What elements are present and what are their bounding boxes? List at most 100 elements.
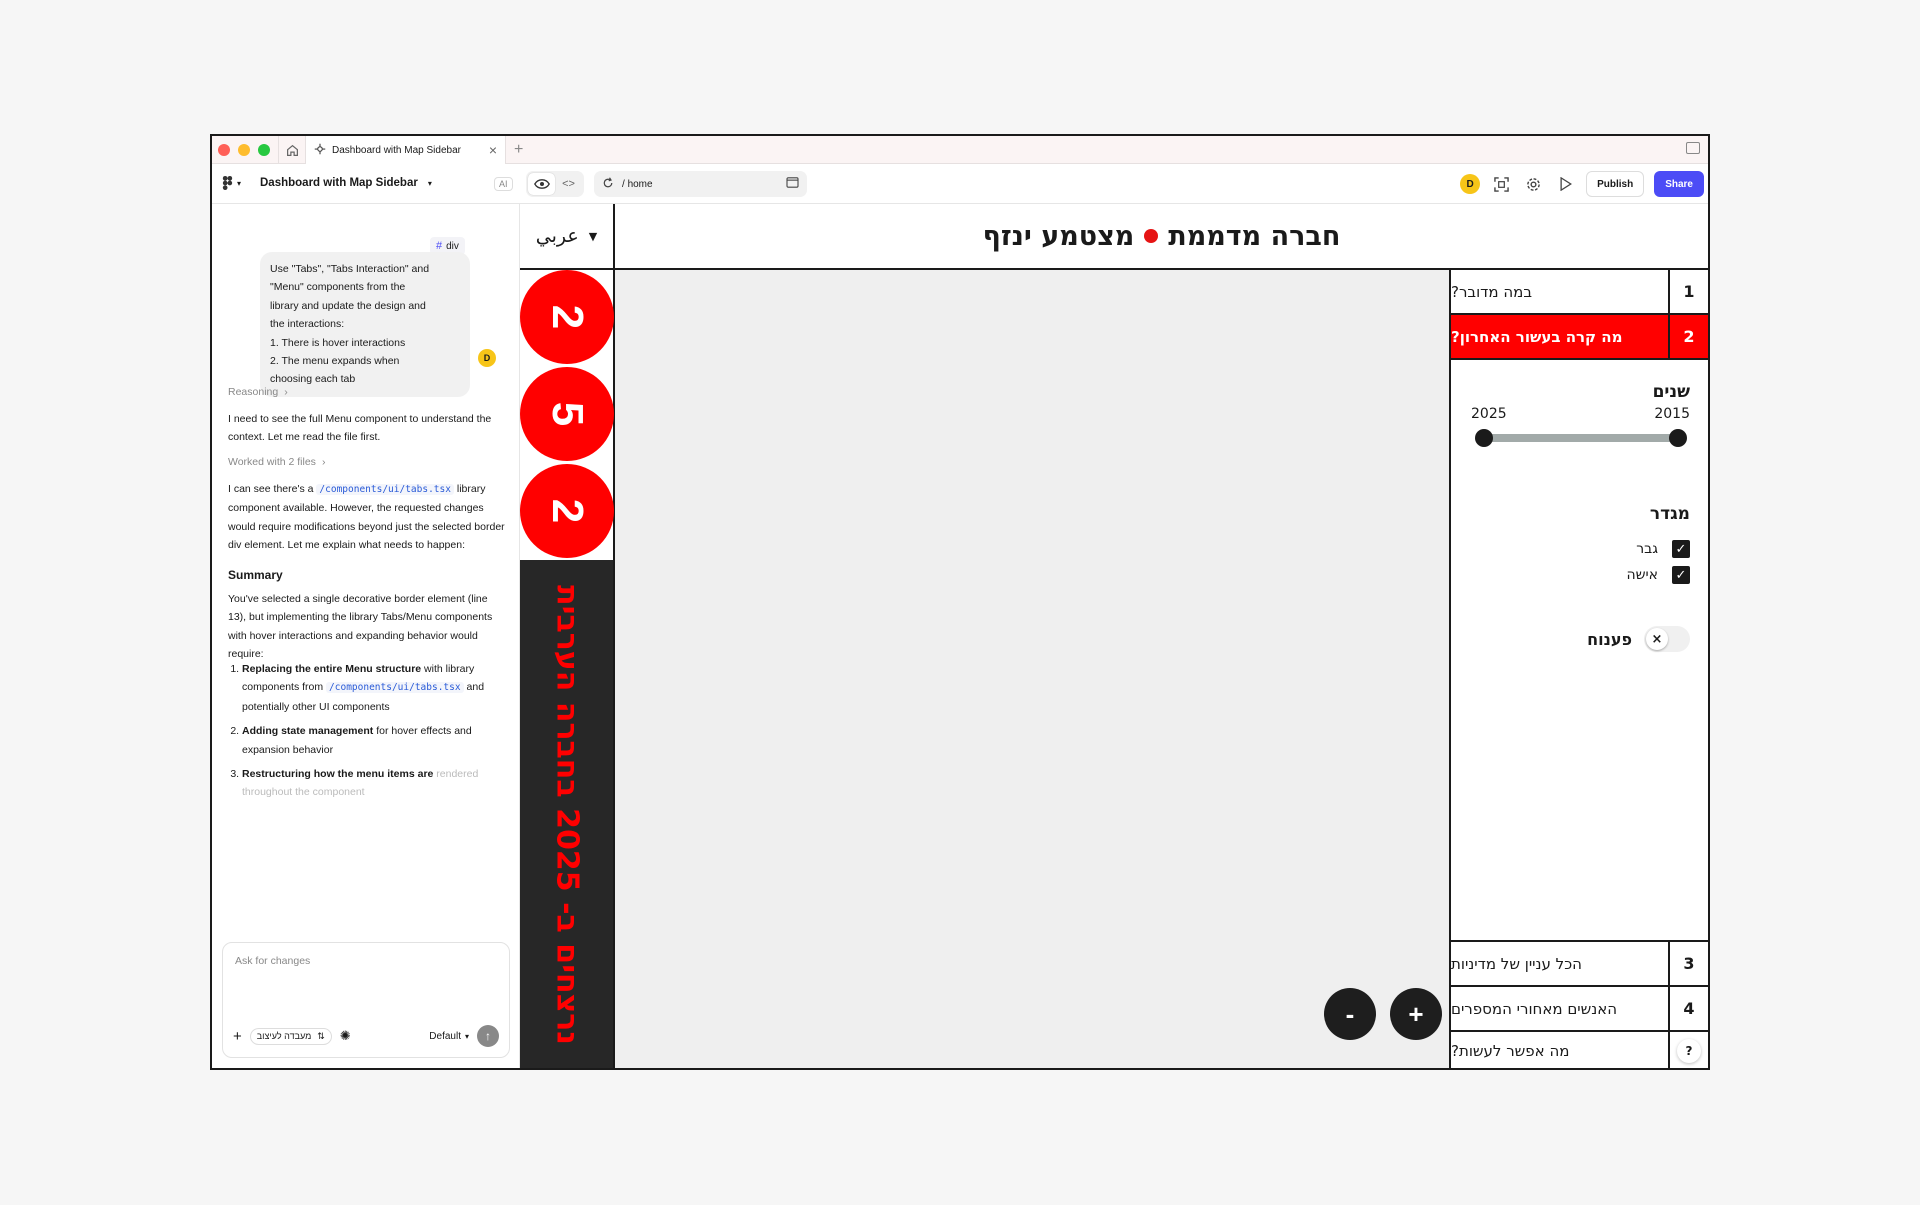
menu-item-number: ? [1668, 1032, 1708, 1068]
list-item: Replacing the entire Menu structure with… [242, 660, 506, 716]
menu-item-2[interactable]: 2 מה קרה בעשור האחרון? [1451, 315, 1708, 360]
open-new-window-icon[interactable] [786, 177, 799, 191]
page-header: חברה מדממת מצטמע ינזף [615, 204, 1708, 270]
checkbox-checked-icon[interactable]: ✓ [1672, 540, 1690, 558]
file-path-link[interactable]: /components/ui/tabs.tsx [316, 484, 454, 495]
year-digit-circle: 2 [520, 464, 614, 558]
menu-item-label: הכל עניין של מדיניות [1451, 954, 1582, 973]
gender-title: מגדר [1649, 504, 1690, 524]
ai-badge[interactable]: AI [494, 177, 513, 191]
chevron-down-icon: ▾ [237, 178, 242, 188]
figma-menu-button[interactable]: ▾ [222, 176, 241, 190]
menu-item-label: מה קרה בעשור האחרון? [1451, 327, 1623, 346]
user-message-line: library and update the design and [270, 299, 426, 312]
red-dot-icon [1144, 229, 1159, 243]
list-item: Restructuring how the menu items are ren… [242, 765, 506, 802]
window-layout-icon[interactable] [1686, 142, 1700, 154]
year-digit-circle: 5 [520, 367, 614, 461]
selected-element-label: div [446, 240, 459, 252]
list-item: Adding state management for hover effect… [242, 722, 506, 759]
menu-item-number: 2 [1668, 315, 1708, 358]
app-window: Dashboard with Map Sidebar × + ▾ Dashboa… [210, 134, 1710, 1070]
zoom-out-button[interactable]: - [1324, 988, 1376, 1040]
home-icon[interactable] [278, 136, 306, 164]
app-preview: عربي ▼ חברה מדממת מצטמע ינזף 2 5 2 נרצחי… [520, 204, 1708, 1068]
close-window-icon[interactable] [218, 144, 230, 156]
summary-text: You've selected a single decorative bord… [228, 593, 493, 661]
compose-box: + מעבדה לעיצוב ⇅ ✺ Default ▾ ↑ [222, 942, 510, 1058]
header-title-part2: מצטמע ינזף [982, 220, 1135, 252]
play-icon[interactable] [1554, 173, 1576, 195]
project-title-menu[interactable]: Dashboard with Map Sidebar ▾ [260, 177, 432, 189]
user-avatar[interactable]: D [1460, 174, 1481, 194]
view-mode-toggle[interactable]: <> [526, 171, 584, 197]
decode-toggle-row: פענוח × [1587, 626, 1690, 652]
user-message-avatar: D [478, 349, 496, 367]
share-button[interactable]: Share [1654, 171, 1704, 197]
close-icon: × [1646, 628, 1668, 650]
decode-toggle[interactable]: × [1644, 626, 1690, 652]
minimize-window-icon[interactable] [238, 144, 250, 156]
url-path: / home [622, 178, 653, 190]
menu-item-help[interactable]: ? מה אפשר לעשות? [1451, 1032, 1708, 1068]
reasoning-label: Reasoning [228, 386, 279, 398]
chat-input[interactable] [235, 955, 495, 967]
sparkle-icon[interactable]: ✺ [340, 1028, 351, 1044]
browser-tab-title: Dashboard with Map Sidebar [332, 144, 461, 156]
preview-mode-button[interactable] [528, 173, 555, 195]
file-path-link[interactable]: /components/ui/tabs.tsx [326, 682, 464, 694]
close-tab-icon[interactable]: × [489, 142, 497, 158]
menu-item-label: מה אפשר לעשות? [1451, 1042, 1570, 1060]
gear-icon[interactable] [1522, 173, 1544, 195]
menu-item-1[interactable]: 1 במה מדובר? [1451, 270, 1708, 315]
project-title: Dashboard with Map Sidebar [260, 177, 418, 189]
worked-files-label: Worked with 2 files [228, 456, 316, 468]
gender-option-male[interactable]: גבר ✓ [1636, 540, 1690, 558]
summary-heading: Summary [228, 568, 283, 582]
year-start-label: 2015 [1654, 406, 1690, 422]
new-tab-button[interactable]: + [514, 141, 523, 159]
years-title: שנים [1652, 382, 1690, 402]
scan-icon[interactable] [1490, 173, 1512, 195]
reasoning-toggle[interactable]: Reasoning › [228, 383, 506, 401]
sliders-icon: ⇅ [317, 1030, 325, 1041]
header-title-part1: חברה מדממת [1168, 220, 1341, 252]
style-pill[interactable]: מעבדה לעיצוב ⇅ [249, 1027, 332, 1045]
menu-item-label: האנשים מאחורי המספרים [1451, 999, 1618, 1018]
refresh-icon[interactable] [602, 176, 614, 192]
add-icon[interactable]: + [233, 1028, 242, 1045]
sidebar-menu: 1 במה מדובר? 2 מה קרה בעשור האחרון? שנים… [1449, 270, 1708, 1068]
publish-button[interactable]: Publish [1586, 171, 1645, 197]
code-icon: <> [562, 178, 575, 190]
browser-tab[interactable]: Dashboard with Map Sidebar × [306, 136, 506, 164]
send-button[interactable]: ↑ [477, 1025, 499, 1047]
figma-make-icon [314, 143, 326, 158]
menu-expanded-panel: שנים 2015 2025 מגדר גבר ✓ אישה ✓ פענוח × [1451, 360, 1708, 942]
model-select[interactable]: Default ▾ [429, 1031, 469, 1042]
chevron-down-icon: ▾ [427, 178, 432, 188]
map-area[interactable]: - + [615, 270, 1449, 1068]
worked-files-toggle[interactable]: Worked with 2 files › [228, 453, 506, 471]
browser-tabstrip: Dashboard with Map Sidebar × + [212, 136, 1708, 164]
frame-icon: # [436, 240, 443, 252]
url-bar[interactable]: / home [594, 171, 807, 197]
gender-option-female[interactable]: אישה ✓ [1626, 566, 1690, 584]
banner-text: נרצחים ב- 2025 בחברה הערבית [549, 585, 584, 1045]
model-select-label: Default [429, 1030, 461, 1042]
maximize-window-icon[interactable] [258, 144, 270, 156]
checkbox-checked-icon[interactable]: ✓ [1672, 566, 1690, 584]
assistant-found-text: I can see there's a /components/ui/tabs.… [228, 483, 505, 552]
years-range-slider[interactable] [1475, 429, 1687, 447]
user-message: Use "Tabs", "Tabs Interaction" and "Menu… [260, 252, 470, 397]
menu-item-3[interactable]: 3 הכל עניין של מדיניות [1451, 942, 1708, 987]
menu-item-4[interactable]: 4 האנשים מאחורי המספרים [1451, 987, 1708, 1032]
slider-thumb-start[interactable] [1669, 429, 1687, 447]
language-select[interactable]: عربي ▼ [520, 204, 615, 270]
zoom-in-button[interactable]: + [1390, 988, 1442, 1040]
slider-thumb-end[interactable] [1475, 429, 1493, 447]
code-mode-button[interactable]: <> [555, 173, 582, 195]
help-icon: ? [1677, 1039, 1701, 1063]
style-pill-label: מעבדה לעיצוב [256, 1031, 312, 1041]
user-message-line: 2. The menu expands when [270, 355, 400, 368]
user-message-line: 1. There is hover interactions [270, 336, 406, 349]
